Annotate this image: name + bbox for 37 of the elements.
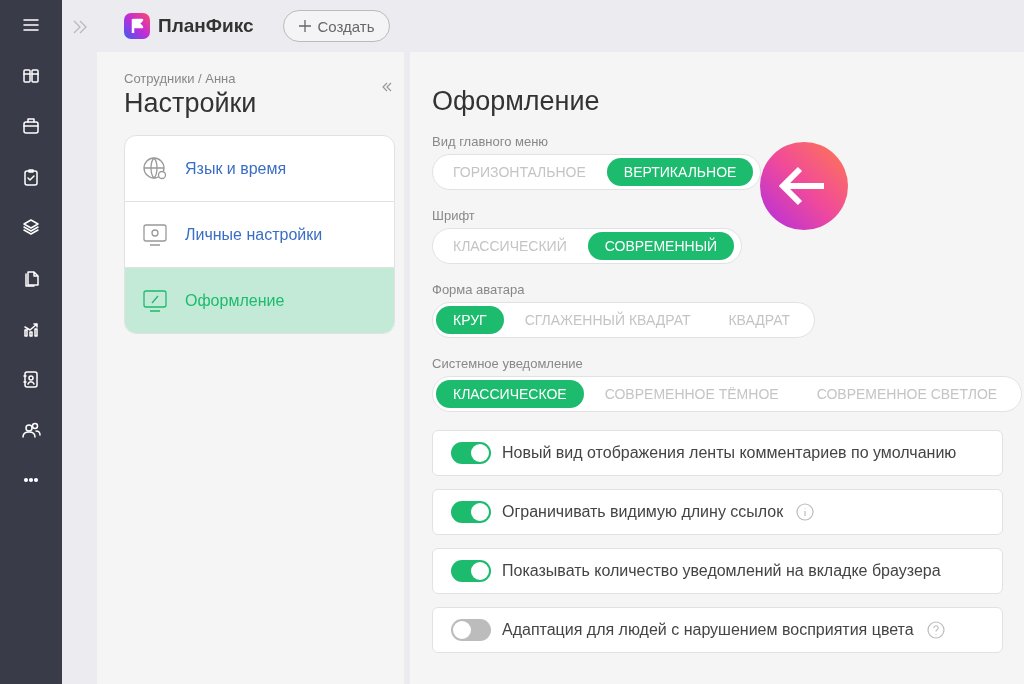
breadcrumb: Сотрудники / Анна [124, 71, 237, 86]
toggle-switch[interactable] [451, 442, 491, 464]
segment-option[interactable]: КЛАССИЧЕСКИЙ [436, 232, 584, 260]
contact-icon[interactable] [21, 369, 41, 390]
toggle-switch[interactable] [451, 501, 491, 523]
create-button[interactable]: Создать [282, 10, 390, 42]
segment-option[interactable]: СОВРЕМЕННЫЙ [587, 232, 735, 260]
logo-text: ПланФикс [158, 15, 254, 37]
segment-option[interactable]: КЛАССИЧЕСКОЕ [436, 380, 584, 408]
segment-option[interactable]: ВЕРТИКАЛЬНОЕ [606, 158, 754, 186]
arrow-left-icon [760, 142, 848, 230]
settings-menu-item[interactable]: Оформление [125, 267, 394, 333]
field-label: Системное уведомление [432, 356, 584, 372]
segment-option[interactable]: СОВРЕМЕННОЕ ТЁМНОЕ [587, 380, 796, 408]
section-title: Оформление [432, 86, 601, 117]
segment-option[interactable]: СГЛАЖЕННЫЙ КВАДРАТ [507, 306, 708, 334]
setting-label: Адаптация для людей с нарушением восприятия цвета [502, 621, 914, 639]
briefcase-icon[interactable] [21, 116, 41, 137]
segment-option[interactable]: ГОРИЗОНТАЛЬНОЕ [436, 158, 603, 186]
segment-option[interactable]: КВАДРАТ [711, 306, 807, 334]
segment-option[interactable]: СОВРЕМЕННОЕ СВЕТЛОЕ [799, 380, 1015, 408]
toggle-switch[interactable] [451, 560, 491, 582]
segment-option[interactable]: КРУГ [436, 306, 504, 334]
clipboard-check-icon[interactable] [21, 166, 41, 187]
setting-label: Новый вид отображения ленты комментариев по умолчанию [502, 444, 957, 462]
page-title: Настройки [124, 88, 258, 119]
field-label: Вид главного меню [432, 134, 550, 150]
field-label: Форма аватара [432, 282, 526, 298]
setting-label: Показывать количество уведомлений на вкладке браузера [502, 562, 941, 580]
field-label: Шрифт [432, 208, 476, 224]
setting-label: Ограничивать видимую длину ссылок [502, 503, 784, 521]
layers-icon[interactable] [21, 217, 41, 238]
toggle-switch[interactable] [451, 619, 491, 641]
settings-menu-item[interactable]: Язык и время [125, 136, 394, 201]
collapse-icon[interactable] [382, 82, 392, 92]
logo-icon [124, 13, 150, 39]
plus-icon [297, 19, 312, 33]
